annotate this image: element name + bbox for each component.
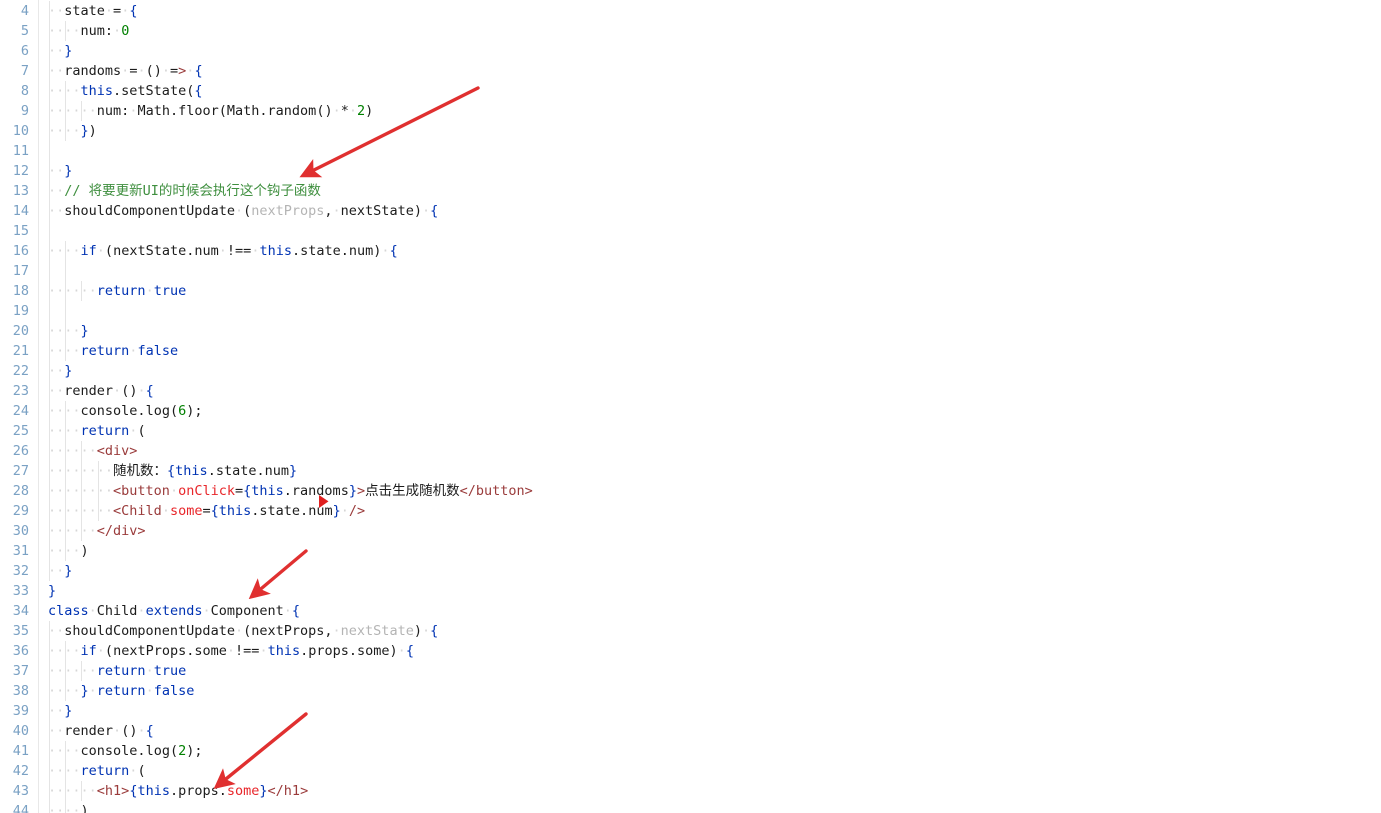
line-number[interactable]: 16 — [0, 241, 29, 261]
line-number[interactable]: 39 — [0, 701, 29, 721]
code-line[interactable]: ··state·=·{ — [48, 1, 137, 21]
code-line[interactable]: ······<h1>{this.props.some}</h1> — [48, 781, 308, 801]
code-line[interactable]: ··render·()·{ — [48, 381, 154, 401]
indent-guide — [49, 1, 50, 581]
code-line[interactable]: ····) — [48, 801, 89, 813]
line-number[interactable]: 11 — [0, 141, 29, 161]
indent-guide — [65, 21, 66, 41]
indent-guide — [65, 81, 66, 141]
line-number[interactable]: 27 — [0, 461, 29, 481]
code-line[interactable]: ······return·true — [48, 281, 186, 301]
code-line[interactable]: ········随机数：{this.state.num} — [48, 461, 297, 481]
code-line[interactable]: ··} — [48, 161, 72, 181]
line-number[interactable]: 43 — [0, 781, 29, 801]
line-number[interactable]: 21 — [0, 341, 29, 361]
code-line[interactable]: ······num:·Math.floor(Math.random()·*·2) — [48, 101, 373, 121]
gutter-divider — [38, 0, 39, 813]
code-line[interactable]: ····} — [48, 321, 89, 341]
indent-guide — [81, 281, 82, 301]
code-line[interactable]: ······<div> — [48, 441, 137, 461]
code-line[interactable]: ········<Child·some={this.state.num}·/> — [48, 501, 365, 521]
code-line[interactable]: ····return·false — [48, 341, 178, 361]
code-line[interactable]: class·Child·extends·Component·{ — [48, 601, 300, 621]
code-line[interactable]: ··randoms·=·()·=>·{ — [48, 61, 203, 81]
line-number[interactable]: 32 — [0, 561, 29, 581]
code-editor[interactable]: 4 5 6 7 8 9 10 11 12 13 14 15 16 17 18 19 20 21 22 23 24 25 26… — [0, 0, 1381, 813]
line-number[interactable]: 40 — [0, 721, 29, 741]
code-line[interactable]: ····if·(nextState.num·!==·this.state.num… — [48, 241, 398, 261]
code-line[interactable]: ····this.setState({ — [48, 81, 202, 101]
indent-guide — [49, 621, 50, 813]
code-line[interactable]: ······return·true — [48, 661, 186, 681]
line-number[interactable]: 17 — [0, 261, 29, 281]
indent-guide — [81, 101, 82, 121]
line-number[interactable]: 38 — [0, 681, 29, 701]
code-line[interactable]: ····}) — [48, 121, 97, 141]
indent-guide — [81, 661, 82, 681]
code-line[interactable]: ····return·( — [48, 761, 146, 781]
indent-guide — [65, 641, 66, 701]
code-line[interactable]: ··} — [48, 561, 72, 581]
code-line[interactable]: ····if·(nextProps.some·!==·this.props.so… — [48, 641, 414, 661]
line-number[interactable]: 13 — [0, 181, 29, 201]
line-number[interactable]: 7 — [0, 61, 29, 81]
code-line[interactable]: ··shouldComponentUpdate·(nextProps,·next… — [48, 201, 438, 221]
line-number[interactable]: 26 — [0, 441, 29, 461]
line-number[interactable]: 20 — [0, 321, 29, 341]
indent-guide — [65, 401, 66, 561]
line-number[interactable]: 10 — [0, 121, 29, 141]
line-number[interactable]: 37 — [0, 661, 29, 681]
line-number[interactable]: 24 — [0, 401, 29, 421]
indent-guide — [98, 461, 99, 521]
line-number[interactable]: 25 — [0, 421, 29, 441]
code-line[interactable]: ······</div> — [48, 521, 146, 541]
code-line[interactable]: ····}·return·false — [48, 681, 194, 701]
line-number[interactable]: 31 — [0, 541, 29, 561]
line-number[interactable]: 35 — [0, 621, 29, 641]
code-line[interactable]: ··// 将要更新UI的时候会执行这个钩子函数 — [48, 181, 321, 201]
line-number[interactable]: 44 — [0, 801, 29, 813]
indent-guide — [81, 441, 82, 541]
code-line[interactable]: ····console.log(6); — [48, 401, 203, 421]
line-number[interactable]: 12 — [0, 161, 29, 181]
code-content-area[interactable]: ··state·=·{····num:·0··}··randoms·=·()·=… — [48, 0, 1381, 813]
code-line[interactable]: ··} — [48, 701, 72, 721]
line-number[interactable]: 42 — [0, 761, 29, 781]
line-number[interactable]: 29 — [0, 501, 29, 521]
line-number[interactable]: 14 — [0, 201, 29, 221]
line-number[interactable]: 22 — [0, 361, 29, 381]
line-number[interactable]: 41 — [0, 741, 29, 761]
indent-guide — [65, 741, 66, 813]
code-line[interactable]: ····num:·0 — [48, 21, 129, 41]
code-line[interactable]: ········<button·onClick={this.randoms}>点… — [48, 481, 533, 501]
line-number[interactable]: 34 — [0, 601, 29, 621]
code-line[interactable]: ····console.log(2); — [48, 741, 203, 761]
line-number[interactable]: 4 — [0, 1, 29, 21]
indent-guide — [81, 781, 82, 801]
indent-guide — [65, 241, 66, 361]
code-line[interactable]: } — [48, 581, 56, 601]
line-number[interactable]: 5 — [0, 21, 29, 41]
line-number[interactable]: 36 — [0, 641, 29, 661]
code-line[interactable]: ··shouldComponentUpdate·(nextProps,·next… — [48, 621, 438, 641]
line-number[interactable]: 6 — [0, 41, 29, 61]
line-number[interactable]: 18 — [0, 281, 29, 301]
code-line[interactable]: ····) — [48, 541, 89, 561]
line-number[interactable]: 8 — [0, 81, 29, 101]
line-number[interactable]: 23 — [0, 381, 29, 401]
line-number[interactable]: 28 — [0, 481, 29, 501]
code-line[interactable]: ··} — [48, 361, 72, 381]
code-line[interactable]: ··render·()·{ — [48, 721, 154, 741]
line-number[interactable]: 15 — [0, 221, 29, 241]
line-number[interactable]: 19 — [0, 301, 29, 321]
line-number[interactable]: 33 — [0, 581, 29, 601]
code-line[interactable]: ····return·( — [48, 421, 146, 441]
line-number[interactable]: 30 — [0, 521, 29, 541]
line-number-gutter[interactable]: 4 5 6 7 8 9 10 11 12 13 14 15 16 17 18 19 20 21 22 23 24 25 26… — [0, 0, 38, 813]
code-line[interactable]: ··} — [48, 41, 72, 61]
line-number[interactable]: 9 — [0, 101, 29, 121]
